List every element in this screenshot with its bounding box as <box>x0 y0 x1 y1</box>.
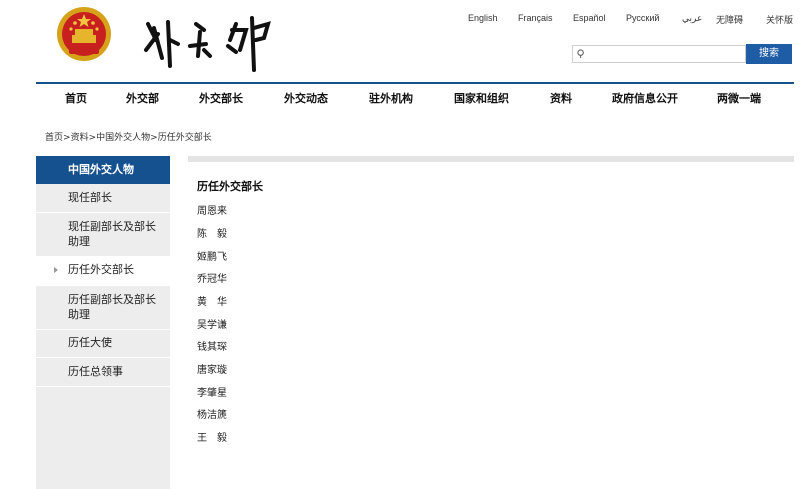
minister-link[interactable]: 钱其琛 <box>197 338 227 353</box>
main-nav: 首页 外交部 外交部长 外交动态 驻外机构 国家和组织 资料 政府信息公开 两微… <box>36 90 794 108</box>
breadcrumb-separator: > <box>63 133 71 143</box>
breadcrumb-current: 历任外交部长 <box>157 133 212 143</box>
nav-item-resources[interactable]: 资料 <box>550 90 572 106</box>
national-emblem-icon <box>55 5 113 63</box>
content-divider <box>188 156 794 162</box>
sidebar-item-former-vice-ministers[interactable]: 历任副部长及部长助理 <box>36 286 170 330</box>
minister-link[interactable]: 周恩来 <box>197 202 227 217</box>
nav-item-countries[interactable]: 国家和组织 <box>454 90 509 106</box>
lang-english[interactable]: English <box>468 13 498 23</box>
breadcrumb: 首页>资料>中国外交人物>历任外交部长 <box>45 130 212 143</box>
breadcrumb-separator: > <box>88 133 97 143</box>
sidebar-item-former-ambassadors[interactable]: 历任大使 <box>36 328 170 358</box>
sidebar-heading[interactable]: 中国外交人物 <box>36 156 170 184</box>
search-icon <box>577 49 584 59</box>
nav-item-home[interactable]: 首页 <box>65 90 87 106</box>
elderly-mode-link[interactable]: 关怀版 <box>766 13 793 26</box>
minister-link[interactable]: 吴学谦 <box>197 316 227 331</box>
minister-link[interactable]: 黄 华 <box>197 293 227 308</box>
minister-link[interactable]: 姬鹏飞 <box>197 248 227 263</box>
search-button[interactable]: 搜索 <box>746 44 792 64</box>
chevron-right-icon <box>54 267 58 273</box>
nav-item-gov-info[interactable]: 政府信息公开 <box>612 90 678 106</box>
breadcrumb-separator: > <box>150 133 158 143</box>
minister-link[interactable]: 陈 毅 <box>197 225 227 240</box>
sidebar-item-former-ministers[interactable]: 历任外交部长 <box>36 256 170 286</box>
sidebar-item-former-consuls-general[interactable]: 历任总领事 <box>36 357 170 387</box>
breadcrumb-resources[interactable]: 资料 <box>71 133 89 143</box>
accessibility-link[interactable]: 无障碍 <box>716 13 743 26</box>
nav-item-social[interactable]: 两微一端 <box>717 90 761 106</box>
lang-spanish[interactable]: Español <box>573 13 606 23</box>
sidebar-item-label: 历任外交部长 <box>68 263 134 276</box>
nav-divider <box>36 82 794 84</box>
lang-russian[interactable]: Русский <box>626 13 659 23</box>
search-field[interactable] <box>572 45 746 67</box>
minister-link[interactable]: 李肇星 <box>197 384 227 399</box>
sidebar-item-current-minister[interactable]: 现任部长 <box>36 184 170 213</box>
lang-arabic[interactable]: عربي <box>682 13 702 24</box>
language-bar: English Français Español Русский عربي 无障… <box>460 13 800 29</box>
breadcrumb-home[interactable]: 首页 <box>45 133 63 143</box>
minister-link[interactable]: 唐家璇 <box>197 361 227 376</box>
nav-item-minister[interactable]: 外交部长 <box>199 90 243 106</box>
sidebar: 中国外交人物 现任部长 现任副部长及部长助理 历任外交部长 历任副部长及部长助理… <box>36 156 170 489</box>
site-logo[interactable] <box>140 10 280 76</box>
minister-link[interactable]: 王 毅 <box>197 429 227 444</box>
search-input[interactable] <box>573 50 745 67</box>
sidebar-item-current-vice-ministers[interactable]: 现任副部长及部长助理 <box>36 213 170 257</box>
nav-item-ministry[interactable]: 外交部 <box>126 90 159 106</box>
minister-link[interactable]: 杨洁篪 <box>197 406 227 421</box>
lang-french[interactable]: Français <box>518 13 553 23</box>
minister-link[interactable]: 乔冠华 <box>197 270 227 285</box>
page-title: 历任外交部长 <box>197 180 263 193</box>
nav-item-missions[interactable]: 驻外机构 <box>369 90 413 106</box>
breadcrumb-figures[interactable]: 中国外交人物 <box>96 133 150 143</box>
nav-item-news[interactable]: 外交动态 <box>284 90 328 106</box>
